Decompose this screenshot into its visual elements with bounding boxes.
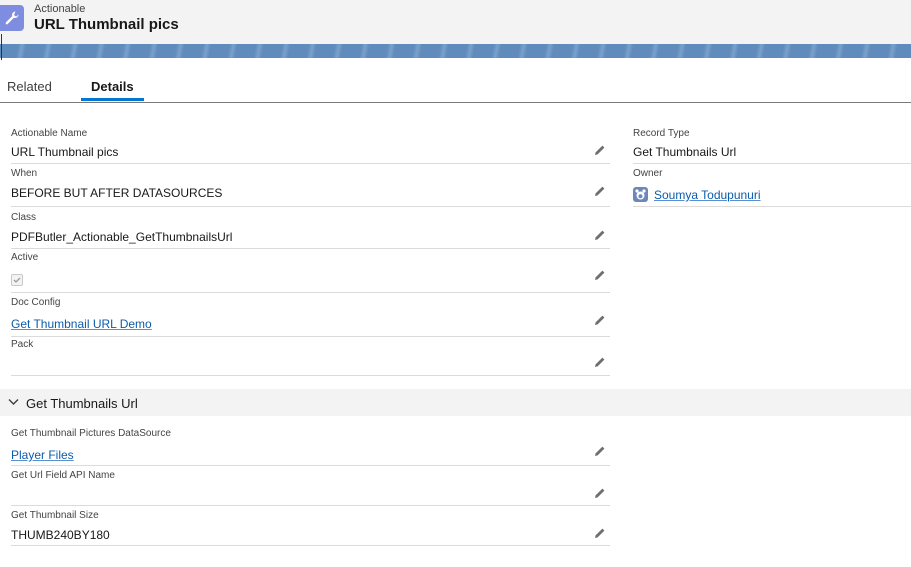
field-label: When (11, 168, 38, 179)
field-value: Get Thumbnails Url (633, 145, 737, 159)
record-header: Actionable URL Thumbnail pics (0, 0, 911, 44)
field-value: URL Thumbnail pics (11, 145, 119, 159)
field-value: THUMB240BY180 (11, 528, 110, 542)
chevron-down-icon[interactable] (8, 398, 19, 406)
field-label: Pack (11, 339, 34, 350)
field-doc-config: Doc Config Get Thumbnail URL Demo (11, 297, 610, 337)
owner-link[interactable]: Soumya Todupunuri (654, 188, 761, 202)
record-tabs: Related Details (0, 70, 911, 103)
field-label: Get Url Field API Name (11, 470, 115, 481)
field-label: Get Thumbnail Size (11, 510, 99, 521)
field-actionable-name: Actionable Name URL Thumbnail pics (11, 128, 610, 164)
field-label: Record Type (633, 128, 690, 139)
pencil-icon[interactable] (594, 356, 606, 368)
field-label: Get Thumbnail Pictures DataSource (11, 428, 171, 439)
tab-related[interactable]: Related (7, 79, 52, 94)
pencil-icon[interactable] (594, 144, 606, 156)
field-active: Active (11, 252, 610, 293)
section-title[interactable]: Get Thumbnails Url (26, 396, 138, 411)
pencil-icon[interactable] (594, 269, 606, 281)
checkmark-icon (13, 277, 21, 283)
tab-details[interactable]: Details (91, 79, 134, 94)
text-caret (1, 34, 2, 60)
field-label: Class (11, 212, 37, 223)
doc-config-link[interactable]: Get Thumbnail URL Demo (11, 317, 152, 331)
pencil-icon[interactable] (594, 445, 606, 457)
section-header[interactable]: Get Thumbnails Url (0, 389, 911, 416)
record-title: URL Thumbnail pics (34, 16, 179, 33)
field-class: Class PDFButler_Actionable_GetThumbnails… (11, 212, 610, 249)
pencil-icon[interactable] (594, 487, 606, 499)
field-label: Owner (633, 168, 663, 179)
field-thumbnail-datasource: Get Thumbnail Pictures DataSource Player… (11, 428, 610, 466)
wrench-icon (0, 5, 24, 31)
user-avatar-icon (633, 187, 648, 202)
field-pack: Pack (11, 339, 610, 376)
field-record-type: Record Type Get Thumbnails Url (633, 128, 911, 164)
pencil-icon[interactable] (594, 229, 606, 241)
field-url-api-name: Get Url Field API Name (11, 470, 610, 506)
pencil-icon[interactable] (594, 314, 606, 326)
field-value: BEFORE BUT AFTER DATASOURCES (11, 186, 223, 200)
active-checkbox (11, 274, 23, 286)
field-label: Active (11, 252, 39, 263)
field-owner: Owner Soumya Todupunuri (633, 168, 911, 207)
field-label: Actionable Name (11, 128, 88, 139)
field-label: Doc Config (11, 297, 61, 308)
pencil-icon[interactable] (594, 185, 606, 197)
pencil-icon[interactable] (594, 527, 606, 539)
field-when: When BEFORE BUT AFTER DATASOURCES (11, 168, 610, 207)
datasource-link[interactable]: Player Files (11, 448, 74, 462)
active-tab-indicator (81, 98, 144, 101)
field-thumbnail-size: Get Thumbnail Size THUMB240BY180 (11, 510, 610, 546)
object-label: Actionable (34, 3, 86, 15)
header-banner (0, 44, 911, 58)
field-value: PDFButler_Actionable_GetThumbnailsUrl (11, 230, 233, 244)
